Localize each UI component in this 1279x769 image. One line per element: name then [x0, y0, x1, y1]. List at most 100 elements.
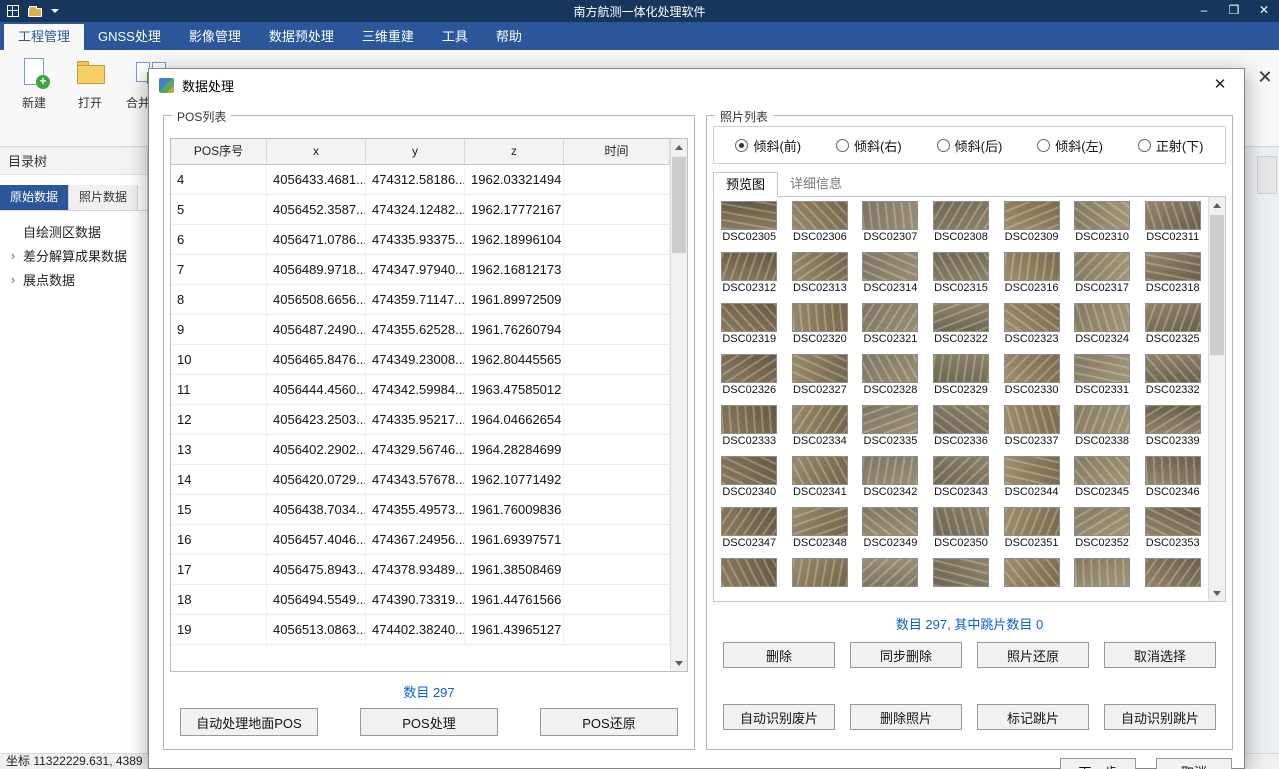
photo-item[interactable]: DSC02325	[1137, 299, 1208, 350]
photo-item[interactable]: DSC02329	[926, 350, 997, 401]
photo-orientation-radio[interactable]: 倾斜(前)	[735, 136, 801, 155]
photo-item[interactable]: DSC02314	[855, 248, 926, 299]
photo-item[interactable]	[996, 554, 1067, 601]
photo-item[interactable]: DSC02332	[1137, 350, 1208, 401]
photo-item[interactable]: DSC02342	[855, 452, 926, 503]
photo-item[interactable]: DSC02339	[1137, 401, 1208, 452]
tree-item[interactable]: ›展点数据	[0, 267, 147, 291]
photo-item[interactable]: DSC02322	[926, 299, 997, 350]
photo-thumbnail[interactable]	[933, 354, 989, 383]
photo-thumbnail[interactable]	[933, 252, 989, 281]
photo-thumbnail[interactable]	[933, 303, 989, 332]
photo-orientation-radio[interactable]: 倾斜(右)	[836, 136, 902, 155]
photo-item[interactable]: DSC02336	[926, 401, 997, 452]
photo-thumbnail[interactable]	[1074, 201, 1130, 230]
photo-item[interactable]: DSC02346	[1137, 452, 1208, 503]
photo-item[interactable]: DSC02353	[1137, 503, 1208, 554]
photo-item[interactable]: DSC02333	[714, 401, 785, 452]
photo-thumbnail[interactable]	[1004, 354, 1060, 383]
photo-thumbnail[interactable]	[1074, 558, 1130, 587]
photo-thumbnail[interactable]	[1004, 252, 1060, 281]
photo-item[interactable]: DSC02309	[996, 197, 1067, 248]
photo-item[interactable]: DSC02323	[996, 299, 1067, 350]
photo-action-button[interactable]: 取消选择	[1104, 642, 1216, 668]
photo-item[interactable]: DSC02351	[996, 503, 1067, 554]
photo-item[interactable]: DSC02350	[926, 503, 997, 554]
photo-orientation-radio[interactable]: 倾斜(左)	[1037, 136, 1103, 155]
photo-item[interactable]: DSC02344	[996, 452, 1067, 503]
photo-thumbnail[interactable]	[1145, 456, 1201, 485]
pos-row[interactable]: 84056508.6656...474359.71147...1961.8997…	[171, 285, 670, 315]
photo-thumbnail[interactable]	[721, 405, 777, 434]
photo-item[interactable]: DSC02335	[855, 401, 926, 452]
photo-orientation-radio[interactable]: 倾斜(后)	[937, 136, 1003, 155]
photo-item[interactable]: DSC02327	[785, 350, 856, 401]
photo-thumbnail[interactable]	[1145, 252, 1201, 281]
pos-table-scrollbar[interactable]	[670, 139, 687, 671]
photo-thumbnail[interactable]	[933, 405, 989, 434]
photo-item[interactable]	[714, 554, 785, 601]
photo-thumbnail[interactable]	[1074, 303, 1130, 332]
pos-row[interactable]: 184056494.5549...474390.73319...1961.447…	[171, 585, 670, 615]
photo-item[interactable]: DSC02320	[785, 299, 856, 350]
photo-thumbnail[interactable]	[1004, 507, 1060, 536]
photo-thumbnail[interactable]	[792, 303, 848, 332]
ribbon-tab[interactable]: 数据预处理	[255, 24, 348, 50]
scroll-down-icon[interactable]	[1209, 585, 1225, 601]
photo-thumbnail[interactable]	[1004, 456, 1060, 485]
pos-row[interactable]: 144056420.0729...474343.57678...1962.107…	[171, 465, 670, 495]
photo-thumbnail[interactable]	[933, 558, 989, 587]
photo-item[interactable]: DSC02345	[1067, 452, 1138, 503]
photo-thumbnail[interactable]	[1074, 252, 1130, 281]
sidebar-tab[interactable]: 原始数据	[0, 185, 69, 210]
chevron-down-icon[interactable]	[51, 9, 59, 13]
photo-thumbnail[interactable]	[721, 201, 777, 230]
photo-item[interactable]: DSC02337	[996, 401, 1067, 452]
photo-item[interactable]	[785, 554, 856, 601]
photo-item[interactable]: DSC02307	[855, 197, 926, 248]
pos-row[interactable]: 134056402.2902...474329.56746...1964.282…	[171, 435, 670, 465]
photo-thumbnail[interactable]	[792, 507, 848, 536]
scroll-up-icon[interactable]	[1209, 197, 1225, 213]
photo-item[interactable]: DSC02318	[1137, 248, 1208, 299]
scroll-up-icon[interactable]	[671, 139, 687, 155]
maximize-button[interactable]: ❐	[1219, 0, 1249, 22]
photo-thumbnail[interactable]	[792, 252, 848, 281]
photo-thumbnail[interactable]	[1004, 303, 1060, 332]
photo-thumbnail[interactable]	[721, 354, 777, 383]
photo-item[interactable]: DSC02338	[1067, 401, 1138, 452]
photo-view-tab[interactable]: 预览图	[713, 172, 778, 197]
photo-thumbnail[interactable]	[1004, 405, 1060, 434]
pos-action-button[interactable]: POS还原	[540, 708, 678, 736]
pos-row[interactable]: 124056423.2503...474335.95217...1964.046…	[171, 405, 670, 435]
pos-row[interactable]: 174056475.8943...474378.93489...1961.385…	[171, 555, 670, 585]
photo-thumbnail[interactable]	[1074, 456, 1130, 485]
photo-item[interactable]: DSC02315	[926, 248, 997, 299]
photo-thumbnail[interactable]	[933, 456, 989, 485]
ribbon-tab[interactable]: 工具	[428, 24, 482, 50]
ribbon-tab[interactable]: 工程管理	[4, 24, 84, 50]
photo-thumbnail[interactable]	[933, 201, 989, 230]
photo-thumbnail[interactable]	[721, 456, 777, 485]
toolbar-button[interactable]: 打开	[70, 57, 110, 111]
pos-row[interactable]: 44056433.4681...474312.58186...1962.0332…	[171, 165, 670, 195]
photo-item[interactable]	[1067, 554, 1138, 601]
photo-thumbnail[interactable]	[1074, 405, 1130, 434]
photo-thumbnail[interactable]	[1145, 558, 1201, 587]
photo-item[interactable]: DSC02348	[785, 503, 856, 554]
photo-action-button[interactable]: 删除照片	[850, 704, 962, 730]
pos-row[interactable]: 64056471.0786...474335.93375...1962.1899…	[171, 225, 670, 255]
pos-row[interactable]: 114056444.4560...474342.59984...1963.475…	[171, 375, 670, 405]
photo-thumbnail[interactable]	[792, 201, 848, 230]
pos-row[interactable]: 104056465.8476...474349.23008...1962.804…	[171, 345, 670, 375]
photo-item[interactable]: DSC02313	[785, 248, 856, 299]
ribbon-tab[interactable]: 影像管理	[175, 24, 255, 50]
photo-item[interactable]: DSC02340	[714, 452, 785, 503]
pos-column-header[interactable]: POS序号	[171, 139, 267, 164]
dialog-close-button[interactable]: ✕	[1206, 70, 1234, 100]
photo-thumbnail[interactable]	[862, 354, 918, 383]
tree-item[interactable]: 自绘测区数据	[0, 219, 147, 243]
ribbon-tab[interactable]: 帮助	[482, 24, 536, 50]
scrollbar-thumb[interactable]	[1210, 215, 1224, 355]
tree-item[interactable]: ›差分解算成果数据	[0, 243, 147, 267]
